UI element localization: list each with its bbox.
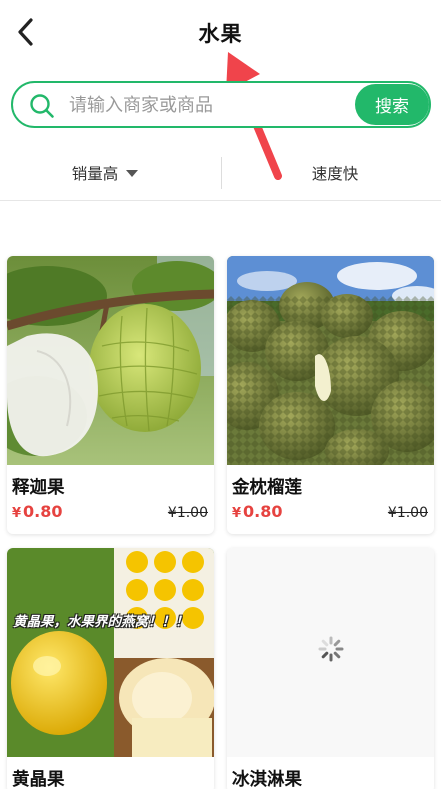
- product-price: ¥0.80: [12, 502, 63, 521]
- fruit-category-page: 水果 搜索 销量高 速度快: [0, 0, 441, 789]
- product-card[interactable]: 冰淇淋果: [227, 548, 434, 789]
- search-bar: 搜索: [11, 81, 431, 128]
- product-image-abiu: 黄晶果，水果界的燕窝！！！: [7, 548, 214, 757]
- search-input[interactable]: [69, 91, 349, 119]
- sort-speed-label: 速度快: [311, 165, 359, 183]
- product-image-durian: [227, 256, 434, 465]
- sort-by-sales[interactable]: 销量高: [40, 150, 170, 196]
- product-image-sugar-apple: [7, 256, 214, 465]
- product-card[interactable]: 金枕榴莲 ¥0.80 ¥1.00: [227, 256, 434, 534]
- price-value: 0.80: [243, 502, 283, 521]
- product-price: ¥0.80: [232, 502, 283, 521]
- search-icon: [30, 94, 54, 118]
- currency-symbol: ¥: [12, 506, 22, 521]
- original-price: ¥1.00: [387, 505, 428, 521]
- product-name: 黄晶果: [12, 770, 65, 789]
- page-title: 水果: [198, 22, 243, 46]
- product-card[interactable]: 黄晶果，水果界的燕窝！！！ 黄晶果: [7, 548, 214, 789]
- top-navigation-bar: 水果: [0, 0, 441, 66]
- product-image-caption: 黄晶果，水果界的燕窝！！！: [13, 614, 189, 630]
- product-name: 冰淇淋果: [232, 770, 302, 789]
- product-name: 金枕榴莲: [232, 478, 302, 498]
- sort-divider: [221, 157, 222, 189]
- loading-spinner-icon: [318, 636, 344, 662]
- sort-by-speed[interactable]: 速度快: [270, 150, 400, 196]
- sort-bar: 销量高 速度快: [0, 150, 441, 200]
- product-card[interactable]: 释迦果 ¥0.80 ¥1.00: [7, 256, 214, 534]
- currency-symbol: ¥: [232, 506, 242, 521]
- product-image-placeholder: [227, 548, 434, 757]
- search-button[interactable]: 搜索: [355, 84, 429, 125]
- caret-down-icon: [126, 169, 139, 177]
- product-name: 释迦果: [12, 478, 65, 498]
- original-price: ¥1.00: [167, 505, 208, 521]
- sort-sales-label: 销量高: [71, 165, 119, 183]
- divider: [0, 200, 441, 201]
- price-value: 0.80: [23, 502, 63, 521]
